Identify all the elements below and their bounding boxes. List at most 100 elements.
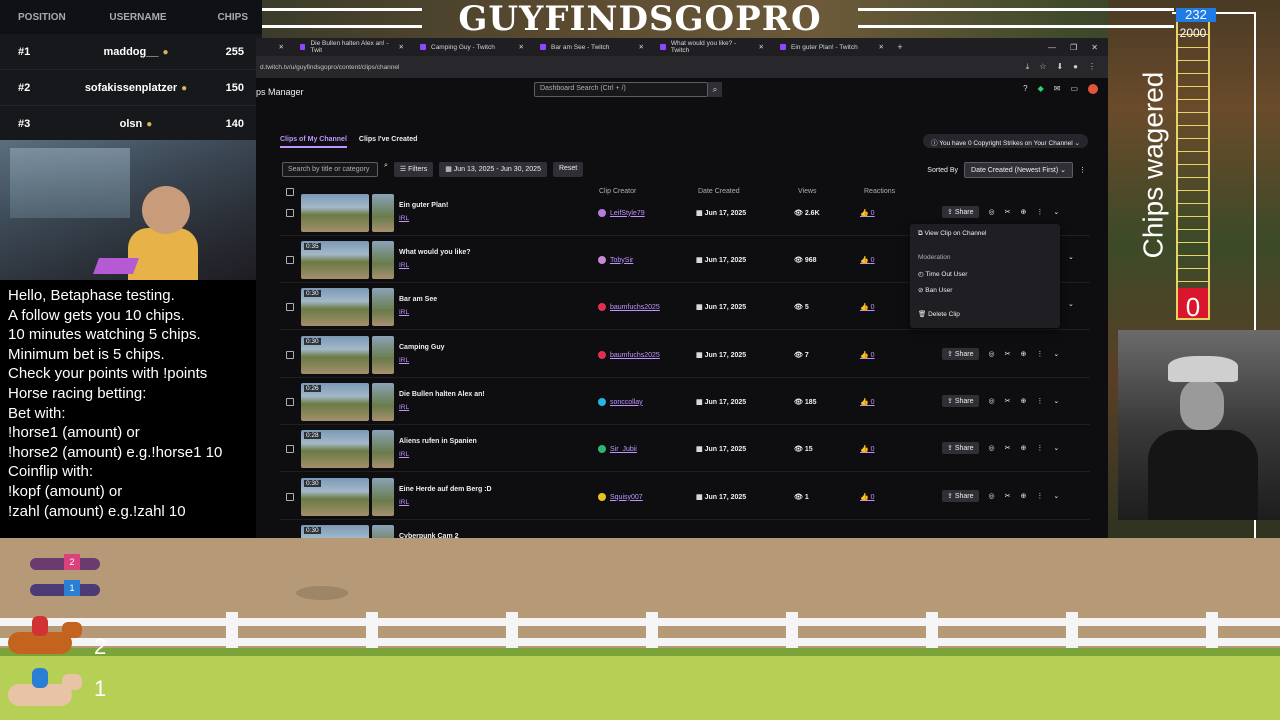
help-icon[interactable]: ? [1023,84,1027,94]
edit-clip-icon[interactable]: ✂ [1005,397,1011,405]
clip-title[interactable]: Aliens rufen in Spanien [399,438,477,445]
star-icon[interactable]: ☆ [1039,62,1046,72]
table-row[interactable]: 0:26 Die Bullen halten Alex an! IRL sonccol… [280,379,1090,425]
row-checkbox[interactable] [286,445,294,453]
close-icon[interactable]: ✕ [879,43,884,51]
more-options-icon[interactable]: ⋮ [1079,166,1086,174]
row-checkbox[interactable] [286,303,294,311]
clip-creator[interactable]: Squisy007 [598,493,643,501]
creator-name[interactable]: baumfuchs2025 [610,352,660,359]
clip-creator[interactable]: Sir_Jubii [598,445,637,453]
menu-item-timeout[interactable]: ◴ Time Out User [918,270,967,278]
close-icon[interactable]: ✕ [759,43,764,51]
mail-icon[interactable]: ✉ [1054,84,1061,94]
clip-title[interactable]: Camping Guy [399,344,445,351]
sort-select[interactable]: Date Created (Newest First) ⌄ [964,162,1073,178]
more-icon[interactable]: ⋮ [1036,350,1043,358]
clip-thumbnail[interactable]: 0:30 [301,478,369,516]
search-icon[interactable]: ⌕ [384,162,388,177]
creator-name[interactable]: sonccollay [610,399,643,406]
minimize-icon[interactable]: — [1048,43,1056,52]
share-button[interactable]: ⇪ Share [942,442,979,454]
row-checkbox[interactable] [286,256,294,264]
table-row[interactable]: 0:30 Camping Guy IRL baumfuchs2025 ▦ Jun 17,… [280,332,1090,378]
more-icon[interactable]: ⋮ [1036,492,1043,500]
address-bar[interactable]: d.twitch.tv/u/guyfindsgopro/content/clip… [256,56,1108,78]
share-button[interactable]: ⇪ Share [942,348,979,360]
dashboard-search-input[interactable]: Dashboard Search (Ctrl + /) [534,82,708,97]
clip-category[interactable]: IRL [399,499,409,506]
copyright-strikes-badge[interactable]: ⓘ You have 0 Copyright Strikes on Your C… [923,134,1088,148]
browser-tab[interactable]: What would you like? - Twitch ✕ [652,38,772,56]
clip-thumbnail[interactable]: 0:26 [301,383,369,421]
browser-tab[interactable]: Ein guter Plan! - Twitch ✕ [772,38,892,56]
close-icon[interactable]: ✕ [639,43,644,51]
clip-reactions[interactable]: 👍 0 [860,445,875,453]
chevron-down-icon[interactable]: ⌄ [1068,300,1074,308]
creator-name[interactable]: baumfuchs2025 [610,304,660,311]
share-button[interactable]: ⇪ Share [942,206,979,218]
clip-title[interactable]: Die Bullen halten Alex an! [399,391,485,398]
close-icon[interactable]: ✕ [279,43,284,51]
clip-thumbnail[interactable]: 0:30 [301,336,369,374]
clip-thumbnail[interactable]: 0:30 [301,525,369,538]
maximize-icon[interactable]: ❐ [1070,43,1077,52]
clip-thumbnail[interactable]: 0:35 [301,241,369,279]
clip-category[interactable]: IRL [399,262,409,269]
more-icon[interactable]: ⋮ [1036,444,1043,452]
creator-name[interactable]: TobySir [610,257,633,264]
clip-thumbnail[interactable]: 0:30 [301,288,369,326]
close-window-icon[interactable]: ✕ [1091,43,1098,52]
profile-icon[interactable]: ● [1073,62,1078,72]
clip-creator[interactable]: TobySir [598,256,633,264]
row-checkbox[interactable] [286,351,294,359]
menu-item-delete[interactable]: 🗑 Delete Clip [918,310,960,318]
clip-reactions[interactable]: 👍 0 [860,398,875,406]
clip-category[interactable]: IRL [399,404,409,411]
browser-tab[interactable]: Die Bullen halten Alex an! - Twit ✕ [292,38,412,56]
clip-title[interactable]: Ein guter Plan! [399,202,448,209]
edit-clip-icon[interactable]: ✂ [1005,350,1011,358]
date-range-button[interactable]: ▦ Jun 13, 2025 - Jun 30, 2025 [439,162,547,177]
filters-button[interactable]: ☰ Filters [393,162,434,177]
replay-icon[interactable]: ◎ [989,397,995,405]
edit-clip-icon[interactable]: ✂ [1005,492,1011,500]
table-row[interactable]: 0:30 Eine Herde auf dem Berg :D IRL Squisy0… [280,474,1090,520]
url-text[interactable]: d.twitch.tv/u/guyfindsgopro/content/clip… [260,64,399,71]
chevron-down-icon[interactable]: ⌄ [1053,208,1059,216]
chevron-down-icon[interactable]: ⌄ [1068,253,1074,261]
clip-title[interactable]: Bar am See [399,296,437,303]
downloads-icon[interactable]: ⬇ [1056,62,1063,72]
close-icon[interactable]: ✕ [399,43,404,51]
add-icon[interactable]: ⊕ [1020,350,1026,358]
download-icon[interactable]: ⤓ [1026,62,1030,72]
browser-tab[interactable]: Bar am See - Twitch ✕ [532,38,652,56]
close-icon[interactable]: ✕ [519,43,524,51]
clip-thumbnail[interactable]: 0:28 [301,430,369,468]
add-icon[interactable]: ⊕ [1020,397,1026,405]
creator-name[interactable]: Sir_Jubii [610,446,637,453]
chevron-down-icon[interactable]: ⌄ [1053,350,1059,358]
replay-icon[interactable]: ◎ [989,350,995,358]
row-checkbox[interactable] [286,493,294,501]
clip-reactions[interactable]: 👍 0 [860,256,875,264]
chat-icon[interactable]: ▭ [1070,84,1078,94]
replay-icon[interactable]: ◎ [989,492,995,500]
tab-partial[interactable]: ✕ [256,38,292,56]
new-tab-icon[interactable]: + [892,42,908,52]
avatar[interactable] [1088,84,1098,94]
clip-creator[interactable]: baumfuchs2025 [598,351,660,359]
edit-clip-icon[interactable]: ✂ [1005,444,1011,452]
replay-icon[interactable]: ◎ [989,444,995,452]
browser-tab[interactable]: Camping Guy - Twitch ✕ [412,38,532,56]
menu-item-ban[interactable]: ⊘ Ban User [918,286,952,294]
tab-clips-ive-created[interactable]: Clips I've Created [359,136,417,148]
share-button[interactable]: ⇪ Share [942,490,979,502]
menu-item-view-clip[interactable]: ⧉ View Clip on Channel [918,230,986,238]
table-row[interactable]: 0:30 Cyberpunk Cam 2 [280,521,1090,538]
clip-reactions[interactable]: 👍 0 [860,303,875,311]
clip-thumbnail[interactable] [301,194,369,232]
clip-search-input[interactable]: Search by title or category [282,162,378,177]
add-icon[interactable]: ⊕ [1020,444,1026,452]
tab-clips-of-my-channel[interactable]: Clips of My Channel [280,136,347,148]
